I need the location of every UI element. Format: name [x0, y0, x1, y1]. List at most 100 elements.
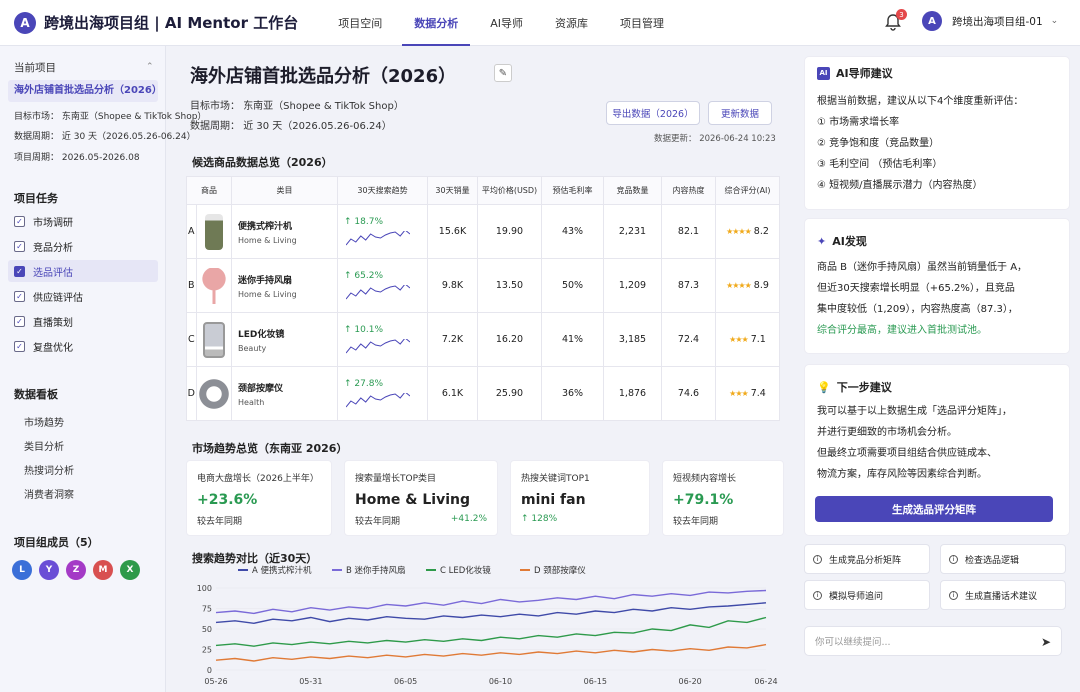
- checkbox-icon[interactable]: ✓: [14, 315, 25, 327]
- quick-action-button[interactable]: i 生成竞品分析矩阵: [804, 544, 930, 574]
- dashboard-item[interactable]: 热搜词分析: [24, 462, 74, 477]
- sidebar: 当前项目 ⌃ 海外店铺首批选品分析（2026） 目标市场： 东南亚（Shopee…: [0, 46, 206, 692]
- task-item[interactable]: ✓ 供应链评估: [8, 285, 158, 307]
- table-row[interactable]: D 颈部按摩仪 Health ↑ 27.8% 6.1K 25.90 36% 1,876 74.6…: [186, 366, 780, 421]
- nav-资源库[interactable]: 资源库: [539, 0, 604, 46]
- nav-项目空间[interactable]: 项目空间: [322, 0, 398, 46]
- advice-item: ② 竞争饱和度（竞品数量）: [817, 138, 940, 149]
- column-header: 类目: [231, 176, 338, 205]
- member-avatar[interactable]: L: [12, 560, 32, 580]
- nav-项目管理[interactable]: 项目管理: [604, 0, 680, 46]
- nav-AI导师[interactable]: AI导师: [474, 0, 539, 46]
- dashboard-heading: 数据看板: [14, 388, 58, 401]
- market-card: 短视频内容增长 +79.1% 较去年同期: [662, 460, 784, 536]
- dashboard-item[interactable]: 消费者洞察: [24, 486, 74, 501]
- task-label: 选品评估: [33, 267, 73, 279]
- member-list: LYZMX: [12, 560, 147, 580]
- info-icon: i: [813, 554, 822, 564]
- chevron-up-icon[interactable]: ⌃: [146, 62, 154, 72]
- star-rating-icon: ★★★★: [726, 281, 752, 290]
- checkbox-icon[interactable]: ✓: [14, 240, 25, 252]
- member-avatar[interactable]: X: [120, 560, 140, 580]
- member-avatar[interactable]: Y: [39, 560, 59, 580]
- market-card-sub: 较去年同期: [673, 514, 773, 527]
- checkbox-icon[interactable]: ✓: [14, 215, 25, 227]
- table-row[interactable]: A 便携式榨汁机 Home & Living ↑ 18.7% 15.6K 19.90 43%…: [186, 204, 780, 259]
- y-tick-label: 100: [197, 584, 212, 593]
- advice-card: AI AI导师建议 根据当前数据，建议从以下4个维度重新评估： ① 市场需求增长率…: [804, 56, 1070, 210]
- task-label: 复盘优化: [33, 342, 73, 354]
- task-item[interactable]: ✓ 选品评估: [8, 260, 158, 282]
- market-card-label: 短视频内容增长: [673, 474, 737, 484]
- checkbox-icon[interactable]: ✓: [14, 265, 25, 277]
- task-label: 供应链评估: [33, 292, 83, 304]
- star-rating-icon: ★★★: [729, 335, 748, 344]
- market-card-label: 热搜关键词TOP1: [521, 474, 590, 484]
- market-card-value: Home & Living: [355, 492, 471, 508]
- sparkle-icon: ✦: [817, 234, 827, 248]
- margin-cell: 41%: [541, 312, 604, 367]
- task-item[interactable]: ✓ 市场调研: [8, 210, 158, 232]
- quick-action-button[interactable]: i 检查选品逻辑: [940, 544, 1066, 574]
- refresh-data-button[interactable]: 更新数据: [708, 101, 772, 125]
- table-row[interactable]: C LED化妆镜 Beauty ↑ 10.1% 7.2K 16.20 41% 3,185 72.…: [186, 312, 780, 367]
- product-category: Beauty: [238, 343, 267, 353]
- task-item[interactable]: ✓ 直播策划: [8, 310, 158, 332]
- product-category: Home & Living: [238, 235, 297, 245]
- table-row[interactable]: B 迷你手持风扇 Home & Living ↑ 65.2% 9.8K 13.50 50% 1…: [186, 258, 780, 313]
- checkbox-icon[interactable]: ✓: [14, 340, 25, 352]
- market-overview-title: 市场趋势总览（东南亚 2026）: [192, 442, 348, 455]
- product-image: [202, 321, 225, 358]
- member-avatar[interactable]: M: [93, 560, 113, 580]
- next-heading: 💡 下一步建议: [817, 379, 1057, 395]
- product-image-cell: [195, 204, 233, 259]
- nav-数据分析[interactable]: 数据分析: [398, 0, 474, 46]
- market-card-sub-text: 较去年同期: [673, 517, 719, 527]
- dashboard-item[interactable]: 类目分析: [24, 438, 64, 453]
- product-name: 便携式榨汁机: [238, 221, 293, 232]
- x-tick-label: 06-05: [394, 677, 417, 686]
- score-value: 7.4: [747, 388, 766, 399]
- advice-item: ③ 毛利空间 （预估毛利率）: [817, 159, 943, 170]
- sparkline-chart: [346, 284, 410, 299]
- page-title: 海外店铺首批选品分析（2026）: [190, 66, 457, 87]
- sparkline-path: [346, 392, 410, 407]
- quick-action-label: 生成直播话术建议: [965, 591, 1038, 602]
- column-header: 综合评分(AI): [715, 176, 780, 205]
- send-icon[interactable]: ➤: [1041, 635, 1051, 649]
- column-header: 商品: [186, 176, 232, 205]
- x-tick-label: 06-20: [679, 677, 702, 686]
- generate-matrix-button[interactable]: 生成选品评分矩阵: [815, 496, 1053, 522]
- current-project-name[interactable]: 海外店铺首批选品分析（2026）: [8, 80, 162, 102]
- task-item[interactable]: ✓ 竞品分析: [8, 235, 158, 257]
- trend-cell: ↑ 27.8%: [337, 366, 428, 421]
- export-data-button[interactable]: 导出数据（2026）: [606, 101, 700, 125]
- dashboard-item[interactable]: 市场趋势: [24, 414, 64, 429]
- sales-cell: 7.2K: [427, 312, 478, 367]
- product-name-cell: 便携式榨汁机 Home & Living: [231, 204, 338, 259]
- follow-up-input[interactable]: 你可以继续提问... ➤: [804, 626, 1062, 656]
- quick-action-button[interactable]: i 模拟导师追问: [804, 580, 930, 610]
- table-title: 候选商品数据总览（2026）: [192, 156, 333, 169]
- quick-action-label: 生成竞品分析矩阵: [829, 555, 902, 566]
- discovery-card: ✦ AI发现 商品 B（迷你手持风扇）虽然当前销量低于 A， 但近30天搜索增长明…: [804, 218, 1070, 354]
- quick-action-button[interactable]: i 生成直播话术建议: [940, 580, 1066, 610]
- product-name: 颈部按摩仪: [238, 383, 284, 394]
- product-category: Health: [238, 397, 265, 407]
- task-item[interactable]: ✓ 复盘优化: [8, 335, 158, 357]
- edit-icon[interactable]: ✎: [494, 64, 512, 82]
- main-content: 海外店铺首批选品分析（2026） ✎ 目标市场： 东南亚（Shopee & Ti…: [176, 46, 788, 692]
- discovery-line: 集中度较低（1,209），内容热度高（87.3），: [817, 304, 1018, 315]
- product-image-cell: [195, 258, 233, 313]
- account-menu[interactable]: A 跨境出海项目组-01 ⌄: [922, 11, 1058, 31]
- data-updated-time: 数据更新： 2026-06-24 10:23: [654, 134, 776, 144]
- score-cell: ★★★ 7.4: [715, 366, 780, 421]
- price-cell: 16.20: [477, 312, 542, 367]
- discovery-line: 综合评分最高，建议进入首批测试池。: [817, 325, 987, 336]
- column-header: 内容热度: [661, 176, 716, 205]
- trend-cell: ↑ 10.1%: [337, 312, 428, 367]
- member-avatar[interactable]: Z: [66, 560, 86, 580]
- market-card-value: +23.6%: [197, 492, 258, 508]
- checkbox-icon[interactable]: ✓: [14, 290, 25, 302]
- product-image: [198, 375, 229, 412]
